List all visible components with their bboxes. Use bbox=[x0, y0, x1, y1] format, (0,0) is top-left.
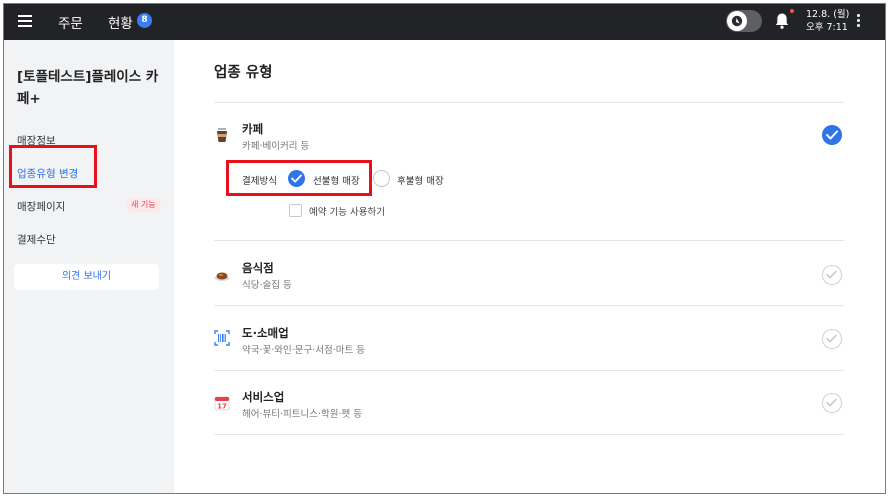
datetime: 12.8. (월) 오후 7:11 bbox=[806, 8, 849, 34]
check-icon bbox=[826, 334, 837, 343]
send-icon bbox=[731, 15, 743, 27]
highlight-box-sidebar bbox=[9, 145, 97, 188]
radio-postpaid[interactable] bbox=[373, 170, 390, 187]
divider bbox=[214, 305, 844, 306]
date-text: 12.8. (월) bbox=[806, 9, 850, 20]
calendar-day-text: 17 bbox=[217, 403, 227, 411]
kebab-menu-icon[interactable] bbox=[857, 14, 861, 29]
toggle-knob bbox=[727, 11, 747, 31]
sidebar-item-payment-methods[interactable]: 결제수단 bbox=[17, 232, 56, 247]
nav-status[interactable]: 현황 bbox=[108, 12, 133, 32]
sidebar-item-store-page[interactable]: 매장페이지 bbox=[17, 199, 65, 214]
category-name-retail: 도·소매업 bbox=[242, 326, 289, 340]
app-window: 주문 현황 8 12.8. (월) 오후 7:11 [토플테스트]플레이스 카페… bbox=[3, 3, 886, 494]
category-desc-retail: 약국·꽃·와인·문구·서점·마트 등 bbox=[242, 345, 365, 356]
page-title: 업종 유형 bbox=[214, 65, 273, 81]
category-name-cafe: 카페 bbox=[242, 122, 264, 136]
divider bbox=[214, 102, 844, 103]
calendar-icon: 17 bbox=[214, 395, 230, 411]
divider bbox=[214, 370, 844, 371]
category-desc-cafe: 카페·베이커리 등 bbox=[242, 141, 310, 152]
new-feature-badge: 새 기능 bbox=[126, 198, 161, 212]
top-bar: 주문 현황 8 12.8. (월) 오후 7:11 bbox=[4, 4, 885, 40]
store-name: [토플테스트]플레이스 카페+ bbox=[17, 69, 159, 107]
highlight-box-payment bbox=[226, 160, 372, 196]
radio-postpaid-label[interactable]: 후불형 매장 bbox=[397, 173, 444, 187]
divider bbox=[214, 434, 844, 435]
category-name-service: 서비스업 bbox=[242, 390, 285, 404]
reservation-checkbox-label[interactable]: 예약 기능 사용하기 bbox=[309, 204, 385, 218]
bell-icon[interactable] bbox=[774, 12, 790, 30]
sidebar: [토플테스트]플레이스 카페+ 매장정보 업종유형 변경 매장페이지 결제수단 … bbox=[4, 40, 174, 493]
calendar-shape: 17 bbox=[214, 396, 230, 411]
time-text: 오후 7:11 bbox=[806, 22, 848, 33]
category-desc-service: 헤어·뷰티·피트니스·학원·펫 등 bbox=[242, 409, 362, 420]
notification-dot bbox=[790, 9, 794, 13]
category-select-cafe[interactable] bbox=[822, 125, 842, 145]
reservation-checkbox[interactable] bbox=[289, 204, 302, 217]
category-name-restaurant: 음식점 bbox=[242, 261, 274, 275]
feedback-button[interactable]: 의견 보내기 bbox=[14, 264, 159, 290]
store-open-toggle[interactable] bbox=[726, 10, 762, 32]
divider bbox=[214, 240, 844, 241]
category-select-restaurant[interactable] bbox=[822, 265, 842, 285]
nav-order[interactable]: 주문 bbox=[58, 12, 83, 32]
category-select-retail[interactable] bbox=[822, 329, 842, 349]
status-count-badge: 8 bbox=[137, 13, 152, 28]
category-desc-restaurant: 식당·술집 등 bbox=[242, 280, 292, 291]
category-select-service[interactable] bbox=[822, 393, 842, 413]
check-icon bbox=[826, 130, 838, 140]
coffee-cup-icon bbox=[217, 128, 227, 142]
barcode-icon bbox=[214, 330, 230, 346]
check-icon bbox=[826, 398, 837, 407]
check-icon bbox=[826, 270, 837, 279]
food-plate-icon bbox=[214, 272, 230, 281]
hamburger-icon[interactable] bbox=[18, 15, 32, 27]
